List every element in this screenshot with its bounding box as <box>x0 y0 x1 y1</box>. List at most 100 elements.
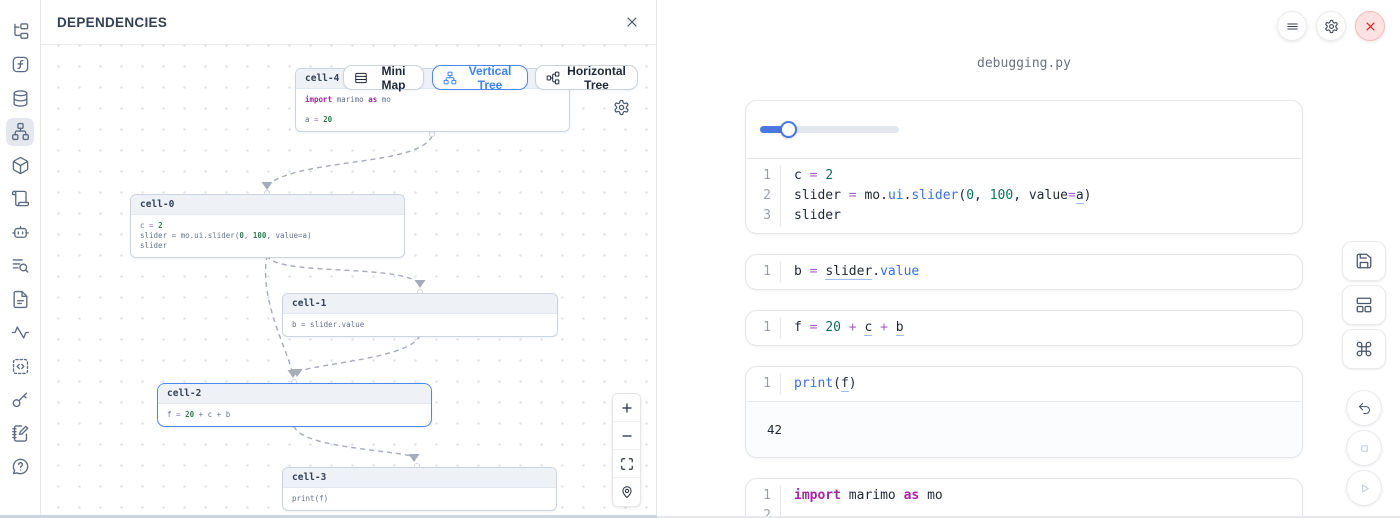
notebook-cell: 1print(f)42 <box>745 366 1303 458</box>
menu-button[interactable] <box>1277 11 1307 41</box>
graph-node-code: f = 20 + c + b <box>158 404 431 426</box>
code-editor[interactable]: 1print(f) <box>746 367 1302 401</box>
run-button[interactable] <box>1346 470 1382 506</box>
gear-button[interactable] <box>1316 11 1346 41</box>
key-icon <box>11 390 30 409</box>
notepad-pen-icon <box>11 424 30 443</box>
undo-icon <box>1357 401 1372 416</box>
sidebar-item-ai-chat[interactable] <box>6 218 34 246</box>
sidebar-item-logs[interactable] <box>6 185 34 213</box>
code-lines: print(f) <box>781 374 1302 394</box>
fit-view-button[interactable] <box>613 450 640 478</box>
graph-node-title: cell-0 <box>131 195 404 215</box>
package-icon <box>11 156 30 175</box>
sidebar-item-dependencies[interactable] <box>6 118 34 146</box>
bot-icon <box>11 223 30 242</box>
locate-pin-icon <box>620 485 634 499</box>
rows-icon <box>354 71 368 85</box>
tree-vertical-icon <box>443 71 457 85</box>
sidebar-item-datasources[interactable] <box>6 84 34 112</box>
graph-node-code: print(f) <box>283 488 556 510</box>
sidebar-item-tracing[interactable] <box>6 319 34 347</box>
sidebar-item-file-explorer[interactable] <box>6 17 34 45</box>
database-icon <box>11 89 30 108</box>
command-button[interactable] <box>1342 329 1386 369</box>
save-icon <box>1355 252 1373 270</box>
cell-output-slider <box>746 101 1302 159</box>
function-icon <box>11 55 30 74</box>
code-lines: c = 2slider = mo.ui.slider(0, 100, value… <box>781 166 1302 226</box>
zoom-out-button[interactable] <box>613 422 640 450</box>
code-editor[interactable]: 1b = slider.value <box>746 255 1302 289</box>
close-panel-button[interactable] <box>624 14 640 30</box>
shutdown-icon <box>1363 19 1378 34</box>
notebook-area: debugging.py 123c = 2slider = mo.ui.slid… <box>657 0 1400 518</box>
graph-node-cell-2[interactable]: cell-2f = 20 + c + b <box>157 383 432 427</box>
zoom-in-icon <box>620 401 634 415</box>
slider-thumb[interactable] <box>780 121 797 138</box>
sidebar-item-scratchpad[interactable] <box>6 419 34 447</box>
graph-node-cell-3[interactable]: cell-3print(f) <box>282 467 557 511</box>
app-window: cell-4import marimo as mo a = 20cell-0c … <box>0 0 1400 518</box>
graph-view-label: Mini Map <box>374 64 413 92</box>
notebook-cell: 1b = slider.value <box>745 254 1303 290</box>
graph-node-title: cell-1 <box>283 294 557 314</box>
notebook-cell: 1f = 20 + c + b <box>745 310 1303 346</box>
network-icon <box>11 122 30 141</box>
graph-node-code: import marimo as mo a = 20 <box>296 89 569 131</box>
undo-button[interactable] <box>1346 390 1382 426</box>
line-numbers: 1 <box>746 374 781 394</box>
layout-panel-icon <box>1355 296 1373 314</box>
sidebar-item-secrets[interactable] <box>6 386 34 414</box>
graph-view-label: Horizontal Tree <box>566 64 627 92</box>
graph-view-button-vertical-tree[interactable]: Vertical Tree <box>432 65 528 90</box>
sidebar-item-documentation[interactable] <box>6 285 34 313</box>
code-editor[interactable]: 12import marimo as mo <box>746 479 1302 518</box>
code-editor[interactable]: 123c = 2slider = mo.ui.slider(0, 100, va… <box>746 159 1302 233</box>
sidebar-item-functions[interactable] <box>6 51 34 79</box>
help-bubble-icon <box>11 457 30 476</box>
slider-widget <box>760 121 899 138</box>
graph-view-button-horizontal-tree[interactable]: Horizontal Tree <box>535 65 638 90</box>
graph-node-code: c = 2slider = mo.ui.slider(0, 100, value… <box>131 215 404 257</box>
notebook-filename: debugging.py <box>745 56 1303 71</box>
sidebar-item-packages[interactable] <box>6 151 34 179</box>
notebook-action-rail <box>1341 241 1387 506</box>
file-tree-icon <box>11 22 30 41</box>
sidebar-item-variables[interactable] <box>6 252 34 280</box>
command-icon <box>1355 340 1373 358</box>
graph-node-cell-1[interactable]: cell-1b = slider.value <box>282 293 558 337</box>
panel-title: DEPENDENCIES <box>57 15 167 30</box>
activity-icon <box>11 323 30 342</box>
graph-zoom-controls <box>612 393 641 507</box>
line-numbers: 123 <box>746 166 781 226</box>
notebook-cell: 123c = 2slider = mo.ui.slider(0, 100, va… <box>745 100 1303 234</box>
layout-panel-button[interactable] <box>1342 285 1386 325</box>
zoom-in-button[interactable] <box>613 394 640 422</box>
code-lines: b = slider.value <box>781 262 1302 282</box>
stop-icon <box>1357 441 1372 456</box>
locate-pin-button[interactable] <box>613 478 640 506</box>
line-numbers: 12 <box>746 486 781 518</box>
shutdown-button[interactable] <box>1355 11 1385 41</box>
graph-view-label: Vertical Tree <box>463 64 517 92</box>
document-icon <box>11 290 30 309</box>
dependencies-header: DEPENDENCIES <box>41 0 656 45</box>
sidebar-item-snippets[interactable] <box>6 352 34 380</box>
graph-view-button-mini-map[interactable]: Mini Map <box>343 65 424 90</box>
graph-node-cell-0[interactable]: cell-0c = 2slider = mo.ui.slider(0, 100,… <box>130 194 405 258</box>
line-numbers: 1 <box>746 262 781 282</box>
helper-sidebar <box>0 0 41 518</box>
sidebar-item-help[interactable] <box>6 453 34 481</box>
code-editor[interactable]: 1f = 20 + c + b <box>746 311 1302 345</box>
cell-output-text: 42 <box>746 401 1302 457</box>
list-search-icon <box>11 256 30 275</box>
save-button[interactable] <box>1342 241 1386 281</box>
gear-icon <box>613 99 630 116</box>
graph-node-code: b = slider.value <box>283 314 557 336</box>
code-lines: f = 20 + c + b <box>781 318 1302 338</box>
notebook-top-controls <box>1277 11 1385 41</box>
graph-settings-button[interactable] <box>613 99 630 116</box>
scroll-icon <box>11 189 30 208</box>
stop-button[interactable] <box>1346 430 1382 466</box>
